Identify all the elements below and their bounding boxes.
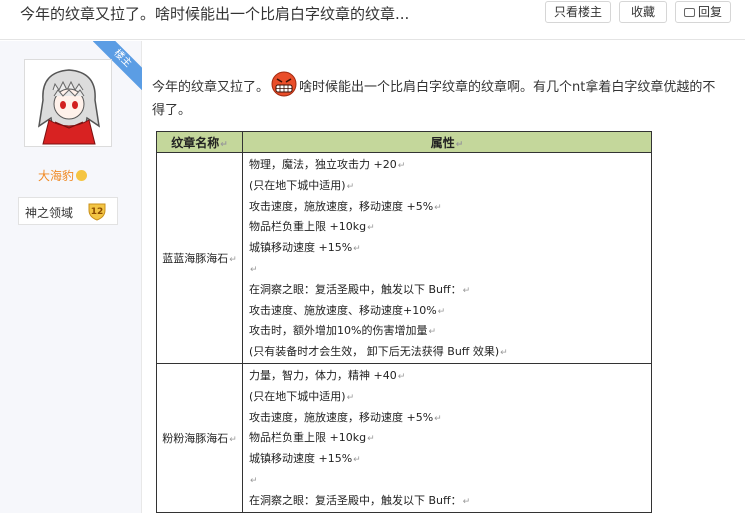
attribute-text: (只有装备时才会生效， 卸下后无法获得 Buff 效果) [249,345,500,359]
attribute-line: ↵ [249,470,651,491]
paragraph-mark-icon: ↵ [250,475,258,486]
grin-emoji-icon [271,71,297,97]
paragraph-mark-icon: ↵ [397,371,406,382]
paragraph-mark-icon: ↵ [353,244,361,255]
attributes-cell: 力量，智力，体力，精神 +40↵ (只在地下城中适用)↵ 攻击速度，施放速度，移… [242,362,652,513]
thread-title: 今年的纹章又拉了。啥时候能出一个比肩白字纹章的纹章... [20,5,410,23]
attributes-cell: 物理，魔法，独立攻击力 +20↵ (只在地下城中适用)↵ 攻击速度，施放速度，移… [242,152,652,364]
paragraph-mark-icon: ↵ [428,327,436,338]
attribute-text: 城镇移动速度 +15% [249,452,353,466]
attribute-line: 攻击速度，施放速度，移动速度 +5%↵ [249,197,651,218]
thread-header: 今年的纹章又拉了。啥时候能出一个比肩白字纹章的纹章... 只看楼主 收藏 回复 [0,0,745,40]
attribute-text: 物品栏负重上限 +10kg [249,220,367,234]
header-emblem-name-label: 纹章名称 [171,135,220,150]
paragraph-mark-icon: ↵ [455,139,464,150]
attribute-text: (只在地下城中适用) [249,178,346,192]
header-emblem-name: 纹章名称↵ [156,131,243,153]
paragraph-mark-icon: ↵ [229,434,237,445]
paragraph-mark-icon: ↵ [434,202,442,213]
paragraph-mark-icon: ↵ [346,392,355,403]
table-row: 粉粉海豚海石↵ 力量，智力，体力，精神 +40↵ (只在地下城中适用)↵ 攻击速… [156,362,652,513]
avatar-image [25,60,111,146]
attribute-text: 物品栏负重上限 +10kg [249,431,367,445]
reply-label: 回复 [697,5,722,19]
only-author-button[interactable]: 只看楼主 [545,1,611,23]
attribute-text: 力量，智力，体力，精神 +40 [249,368,397,382]
paragraph-mark-icon: ↵ [229,254,237,265]
attribute-text: 攻击速度，施放速度，移动速度 +5% [249,199,434,213]
paragraph-mark-icon: ↵ [462,285,471,296]
emblem-name: 蓝蓝海豚海石 [162,251,229,265]
paragraph-mark-icon: ↵ [462,496,471,507]
attribute-text: 攻击时，额外增加10%的伤害增加量 [249,324,428,338]
paragraph-mark-icon: ↵ [397,161,406,171]
attribute-line: 攻击速度、施放速度、移动速度+10%↵ [249,301,651,322]
attribute-line: 物品栏负重上限 +10kg↵ [249,217,651,238]
emblem-name-cell: 蓝蓝海豚海石↵ [156,152,243,364]
attribute-text: 攻击速度、施放速度、移动速度+10% [249,303,437,317]
attribute-line: 力量，智力，体力，精神 +40↵ [249,366,651,387]
post-text-part1: 今年的纹章又拉了。 [152,80,270,95]
attribute-line: 物理，魔法，独立攻击力 +20↵ [249,155,651,176]
paragraph-mark-icon: ↵ [367,434,375,445]
smile-icon [76,170,88,181]
author-name[interactable]: 大海豹 [38,167,88,184]
attribute-line: (只有装备时才会生效， 卸下后无法获得 Buff 效果)↵ [249,342,651,363]
post: 楼主 大海豹 神之领域 12 今年的纹章又拉了。 啥时候能出一个比肩白字纹章的纹… [0,41,745,513]
paragraph-mark-icon: ↵ [500,348,508,359]
attribute-line: 城镇移动速度 +15%↵ [249,238,651,259]
emblem-name-cell: 粉粉海豚海石↵ [156,362,243,513]
author-sidebar: 楼主 大海豹 神之领域 12 [0,41,142,513]
favorite-button[interactable]: 收藏 [619,1,667,23]
paragraph-mark-icon: ↵ [220,139,228,150]
attribute-line: 攻击时，额外增加10%的伤害增加量↵ [249,321,651,342]
paragraph-mark-icon: ↵ [346,181,355,192]
attribute-text: 攻击速度，施放速度，移动速度 +5% [249,410,434,424]
attribute-text: 在洞察之眼：复活圣殿中，触发以下 Buff： [249,493,462,507]
attribute-text: 城镇移动速度 +15% [249,241,353,255]
forum-name: 神之领域 [25,206,74,220]
header-attributes: 属性↵ [242,131,652,153]
attribute-line: 物品栏负重上限 +10kg↵ [249,428,651,449]
attribute-line: (只在地下城中适用)↵ [249,176,651,197]
reply-button[interactable]: 回复 [675,1,731,23]
attribute-text: 在洞察之眼：复活圣殿中，触发以下 Buff： [249,282,462,296]
post-text: 今年的纹章又拉了。 啥时候能出一个比肩白字纹章的纹章啊。有几个nt拿着白字纹章优… [152,71,727,122]
paragraph-mark-icon: ↵ [250,264,258,275]
emblem-name: 粉粉海豚海石 [162,431,229,445]
table-header-row: 纹章名称↵ 属性↵ [156,131,652,153]
paragraph-mark-icon: ↵ [353,455,361,466]
forum-level[interactable]: 神之领域 12 [18,197,118,225]
reply-icon [683,8,695,17]
emblem-table: 纹章名称↵ 属性↵ 蓝蓝海豚海石↵ 物理，魔法，独立攻击力 +20↵ (只在地下… [156,131,652,513]
attribute-line: 在洞察之眼：复活圣殿中，触发以下 Buff：↵ [249,491,651,512]
attribute-line: 城镇移动速度 +15%↵ [249,449,651,470]
attribute-text: 物理，魔法，独立攻击力 +20 [249,158,397,171]
avatar[interactable] [24,59,112,147]
paragraph-mark-icon: ↵ [434,413,442,424]
attribute-line: ↵ [249,259,651,280]
header-attributes-label: 属性 [430,135,455,150]
attribute-line: 在洞察之眼：复活圣殿中，触发以下 Buff：↵ [249,280,651,301]
attribute-line: (只在地下城中适用)↵ [249,387,651,408]
attribute-text: (只在地下城中适用) [249,389,346,403]
level-badge-icon: 12 [88,203,106,221]
author-name-text: 大海豹 [38,169,75,183]
post-content: 今年的纹章又拉了。 啥时候能出一个比肩白字纹章的纹章啊。有几个nt拿着白字纹章优… [152,41,742,513]
attribute-line: 攻击速度，施放速度，移动速度 +5%↵ [249,408,651,429]
table-row: 蓝蓝海豚海石↵ 物理，魔法，独立攻击力 +20↵ (只在地下城中适用)↵ 攻击速… [156,152,652,364]
level-number: 12 [91,207,104,217]
paragraph-mark-icon: ↵ [367,223,375,234]
paragraph-mark-icon: ↵ [437,306,446,317]
